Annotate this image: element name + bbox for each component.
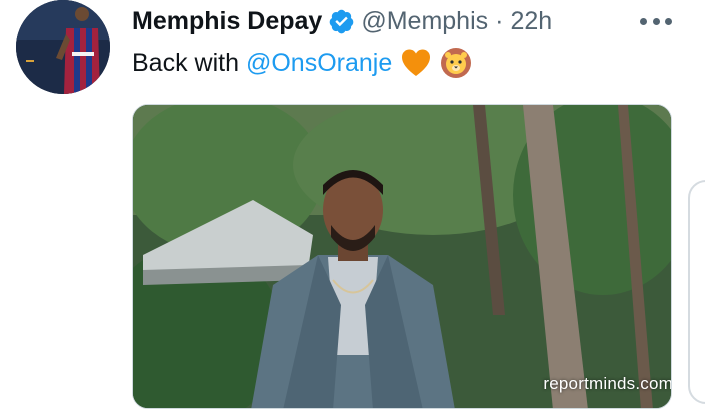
tweet-text: Back with @OnsOranje <box>132 44 472 82</box>
separator-dot: · <box>495 6 504 35</box>
tweet-photo[interactable]: reportminds.com <box>132 104 672 409</box>
photo-image <box>133 105 671 408</box>
avatar[interactable] <box>16 0 110 94</box>
tweet-header: Memphis Depay @Memphis · 22h <box>132 4 552 38</box>
orange-heart-icon <box>400 47 432 79</box>
side-card-edge <box>688 180 705 404</box>
watermark: reportminds.com <box>543 374 672 393</box>
avatar-image <box>16 0 110 94</box>
tweet-text-prefix: Back with <box>132 48 239 77</box>
more-options-icon[interactable] <box>640 18 672 26</box>
display-name[interactable]: Memphis Depay <box>132 7 322 36</box>
verified-badge-icon <box>328 8 355 35</box>
user-handle[interactable]: @Memphis <box>361 7 488 36</box>
mention-link[interactable]: @OnsOranje <box>246 49 392 78</box>
timestamp[interactable]: 22h <box>510 7 552 36</box>
lion-face-icon <box>440 47 472 79</box>
